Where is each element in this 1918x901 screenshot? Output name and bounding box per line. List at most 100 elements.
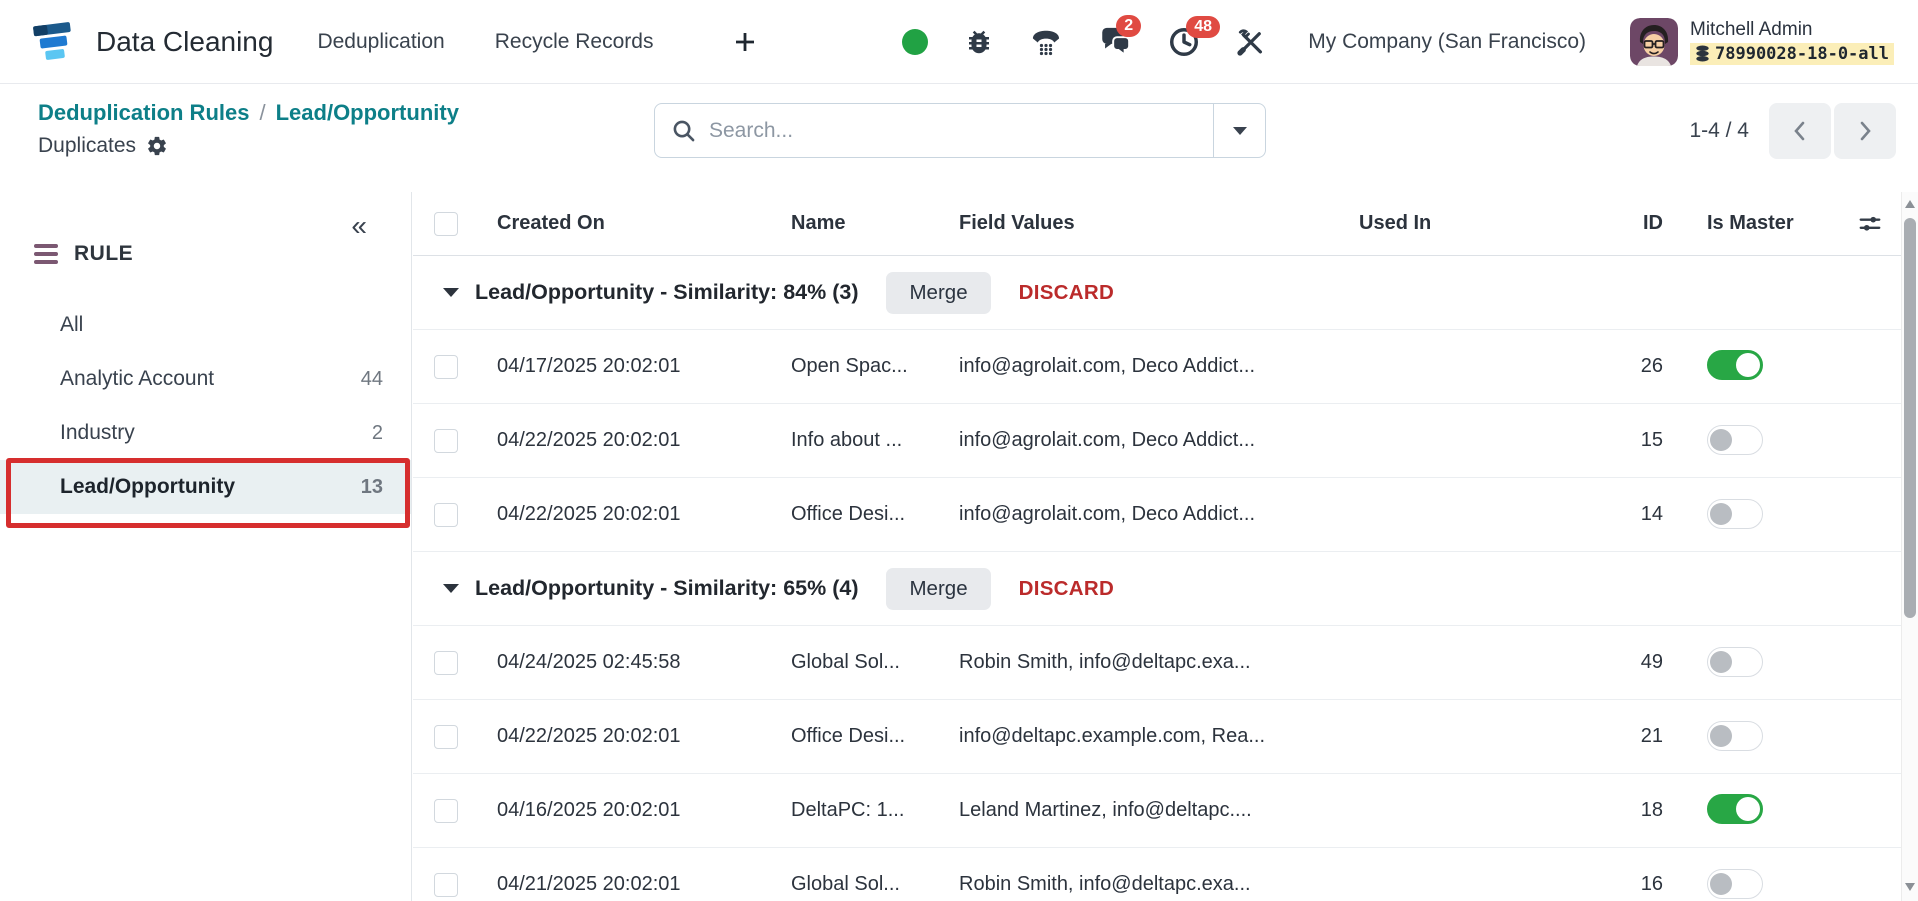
user-name[interactable]: Mitchell Admin <box>1690 19 1894 41</box>
scrollbar-down-arrow-icon[interactable] <box>1905 883 1915 891</box>
merge-button[interactable]: Merge <box>886 567 991 610</box>
tools-icon[interactable] <box>1236 27 1266 57</box>
settings-gear-icon[interactable] <box>146 135 168 157</box>
cell-id: 18 <box>1640 799 1663 821</box>
user-menu[interactable]: Mitchell Admin 78990028-18-0-all <box>1630 17 1894 66</box>
cell-is-master <box>1689 498 1839 531</box>
discard-button[interactable]: DISCARD <box>1019 577 1115 601</box>
group-collapse-caret-icon[interactable] <box>443 288 459 297</box>
cell-name: Office Desi... <box>791 503 906 525</box>
table-row[interactable]: 04/22/2025 20:02:01 Info about ... info@… <box>413 404 1901 478</box>
plus-icon[interactable] <box>733 30 757 54</box>
phone-icon[interactable] <box>1030 26 1062 58</box>
pager-next-button[interactable] <box>1834 103 1896 159</box>
cell-created-on: 04/22/2025 20:02:01 <box>497 725 681 747</box>
is-master-toggle[interactable] <box>1707 868 1763 899</box>
systray: 2 48 My Company (San Francisco) Mitchell… <box>902 14 1894 66</box>
vertical-scrollbar[interactable] <box>1901 192 1918 901</box>
cell-is-master <box>1689 424 1839 457</box>
cell-created-on: 04/22/2025 20:02:01 <box>497 429 681 451</box>
row-checkbox[interactable] <box>434 354 458 379</box>
select-all-checkbox[interactable] <box>434 211 458 236</box>
row-checkbox[interactable] <box>434 428 458 453</box>
cell-created-on: 04/24/2025 02:45:58 <box>497 651 681 673</box>
table-row[interactable]: 04/17/2025 20:02:01 Open Spac... info@ag… <box>413 330 1901 404</box>
table-row[interactable]: 04/22/2025 20:02:01 Office Desi... info@… <box>413 700 1901 774</box>
activities-badge: 48 <box>1186 15 1221 38</box>
cell-id: 15 <box>1640 429 1663 451</box>
row-checkbox[interactable] <box>434 724 458 749</box>
row-checkbox[interactable] <box>434 650 458 675</box>
sidebar-item-lead-opportunity[interactable]: Lead/Opportunity 13 <box>0 460 411 514</box>
discard-button[interactable]: DISCARD <box>1019 281 1115 305</box>
cell-is-master <box>1689 868 1839 901</box>
is-master-toggle[interactable] <box>1707 794 1763 824</box>
column-created-on[interactable]: Created On <box>479 212 773 235</box>
row-checkbox[interactable] <box>434 502 458 527</box>
breadcrumb-separator: / <box>259 100 266 125</box>
app-logo-funnel-icon[interactable] <box>30 18 78 66</box>
sidebar-item-label: All <box>60 313 84 336</box>
sidebar-item-label: Analytic Account <box>60 367 215 390</box>
avatar[interactable] <box>1630 17 1678 66</box>
scrollbar-thumb[interactable] <box>1904 218 1916 618</box>
breadcrumb-deduplication-rules[interactable]: Deduplication Rules <box>38 100 249 125</box>
cell-id: 14 <box>1640 503 1663 525</box>
merge-button[interactable]: Merge <box>886 271 991 314</box>
cell-is-master <box>1689 646 1839 679</box>
cell-created-on: 04/17/2025 20:02:01 <box>497 355 681 377</box>
cell-field-values: Robin Smith, info@deltapc.exa... <box>959 873 1251 895</box>
sidebar-item-all[interactable]: All <box>0 298 411 352</box>
table-row[interactable]: 04/24/2025 02:45:58 Global Sol... Robin … <box>413 626 1901 700</box>
cell-is-master <box>1689 720 1839 753</box>
online-status-icon[interactable] <box>902 28 929 55</box>
column-used-in[interactable]: Used In <box>1341 212 1629 235</box>
column-name[interactable]: Name <box>773 212 941 235</box>
search-input[interactable] <box>709 118 1213 143</box>
group-collapse-caret-icon[interactable] <box>443 584 459 593</box>
breadcrumb-lead-opportunity: Lead/Opportunity <box>275 100 459 125</box>
rule-section-header: RULE <box>34 242 411 266</box>
sidebar-collapse-icon[interactable]: « <box>351 210 367 242</box>
is-master-toggle[interactable] <box>1707 424 1763 455</box>
row-checkbox[interactable] <box>434 798 458 823</box>
table-row[interactable]: 04/22/2025 20:02:01 Office Desi... info@… <box>413 478 1901 552</box>
cell-name: Global Sol... <box>791 651 900 673</box>
table-row[interactable]: 04/21/2025 20:02:01 Global Sol... Robin … <box>413 848 1901 901</box>
column-id[interactable]: ID <box>1629 212 1689 235</box>
sidebar-item-analytic-account[interactable]: Analytic Account 44 <box>0 352 411 406</box>
cell-is-master <box>1689 350 1839 383</box>
cell-name: Open Spac... <box>791 355 908 377</box>
row-checkbox-cell <box>413 872 479 897</box>
is-master-toggle[interactable] <box>1707 720 1763 751</box>
activities-clock-icon[interactable]: 48 <box>1168 15 1221 58</box>
column-is-master[interactable]: Is Master <box>1689 212 1839 235</box>
search-dropdown-caret-icon[interactable] <box>1213 104 1265 157</box>
cell-is-master <box>1689 794 1839 827</box>
cell-id: 16 <box>1640 873 1663 895</box>
header-options-cell <box>1839 211 1901 237</box>
database-name: 78990028-18-0-all <box>1715 43 1889 64</box>
is-master-toggle[interactable] <box>1707 350 1763 380</box>
group-header-row[interactable]: Lead/Opportunity - Similarity: 84% (3) M… <box>413 256 1901 330</box>
rule-sidebar: « RULE All Analytic Account 44 Industry … <box>0 192 412 901</box>
pager-previous-button[interactable] <box>1769 103 1831 159</box>
group-header-row[interactable]: Lead/Opportunity - Similarity: 65% (4) M… <box>413 552 1901 626</box>
is-master-toggle[interactable] <box>1707 498 1763 529</box>
cell-field-values: Robin Smith, info@deltapc.exa... <box>959 651 1251 673</box>
table-row[interactable]: 04/16/2025 20:02:01 DeltaPC: 1... Leland… <box>413 774 1901 848</box>
row-checkbox-cell <box>413 428 479 453</box>
database-name-badge: 78990028-18-0-all <box>1690 42 1894 65</box>
company-switcher[interactable]: My Company (San Francisco) <box>1308 30 1586 54</box>
app-title[interactable]: Data Cleaning <box>96 26 273 58</box>
column-field-values[interactable]: Field Values <box>941 212 1341 235</box>
sidebar-item-industry[interactable]: Industry 2 <box>0 406 411 460</box>
chat-icon[interactable]: 2 <box>1098 14 1142 59</box>
row-checkbox[interactable] <box>434 872 458 897</box>
is-master-toggle[interactable] <box>1707 646 1763 677</box>
scrollbar-up-arrow-icon[interactable] <box>1905 200 1915 208</box>
menu-deduplication[interactable]: Deduplication <box>317 30 444 54</box>
menu-recycle-records[interactable]: Recycle Records <box>495 30 654 54</box>
bug-icon[interactable] <box>964 27 994 57</box>
column-settings-sliders-icon[interactable] <box>1857 211 1883 237</box>
